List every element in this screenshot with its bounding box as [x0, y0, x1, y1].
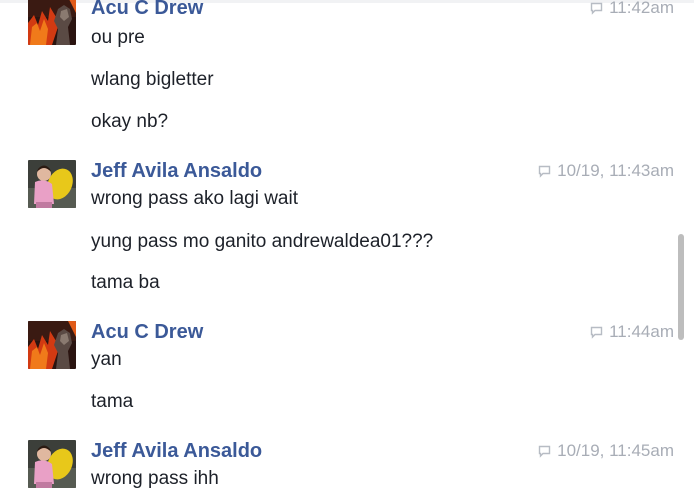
avatar[interactable]: [28, 160, 76, 208]
timestamp-text: 10/19, 11:45am: [557, 441, 674, 460]
message-text: yan: [91, 349, 122, 370]
message-text: wrong pass ihh: [91, 468, 219, 489]
chat-bubble-icon: [590, 325, 603, 343]
dark-fire-avatar-image: [28, 321, 76, 369]
message-text: tama ba: [91, 272, 160, 293]
scrollbar-thumb[interactable]: [678, 234, 684, 340]
avatar[interactable]: [28, 0, 76, 45]
message-text: ou pre: [91, 27, 145, 48]
message-text: wrong pass ako lagi wait: [91, 188, 298, 209]
timestamp-text: 11:44am: [609, 322, 674, 341]
message-text: wlang bigletter: [91, 69, 214, 90]
chat-bubble-icon: [590, 1, 603, 19]
timestamp: 10/19, 11:45am: [538, 442, 674, 462]
message-text: tama: [91, 391, 134, 412]
message-text: okay nb?: [91, 111, 169, 132]
sender-name[interactable]: Jeff Avila Ansaldo: [91, 440, 262, 462]
avatar[interactable]: [28, 440, 76, 488]
dark-fire-avatar-image: [28, 0, 76, 45]
chat-thread[interactable]: Acu C Drew 11:42am ou pre wlang biglette…: [0, 0, 676, 493]
chat-bubble-icon: [538, 444, 551, 462]
sender-name[interactable]: Acu C Drew: [91, 0, 203, 19]
timestamp: 10/19, 11:43am: [538, 162, 674, 182]
child-yellow-avatar-image: [28, 440, 76, 488]
timestamp: 11:44am: [590, 323, 674, 343]
chat-bubble-icon: [538, 164, 551, 182]
message-text: yung pass mo ganito andrewaldea01???: [91, 231, 434, 252]
timestamp-text: 10/19, 11:43am: [557, 161, 674, 180]
child-yellow-avatar-image: [28, 160, 76, 208]
sender-name[interactable]: Jeff Avila Ansaldo: [91, 160, 262, 182]
timestamp: 11:42am: [590, 0, 674, 19]
sender-name[interactable]: Acu C Drew: [91, 321, 203, 343]
timestamp-text: 11:42am: [609, 0, 674, 17]
avatar[interactable]: [28, 321, 76, 369]
